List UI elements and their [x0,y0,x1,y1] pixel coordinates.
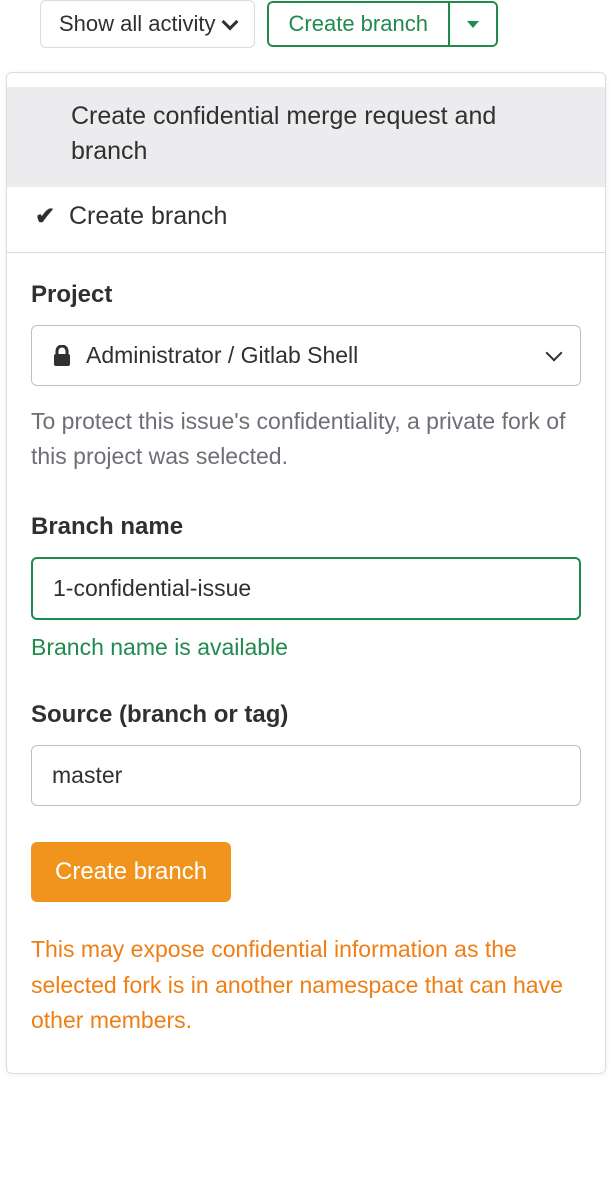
project-select[interactable]: Administrator / Gitlab Shell [31,325,581,386]
option-create-confidential-mr[interactable]: Create confidential merge request and br… [7,87,605,187]
option-label: Create confidential merge request and br… [35,99,577,169]
option-create-branch[interactable]: ✔ Create branch [7,187,605,252]
create-branch-split-button: Create branch [267,1,498,47]
create-branch-submit-button[interactable]: Create branch [31,842,231,902]
activity-filter-label: Show all activity [59,11,216,37]
create-branch-dropdown-toggle[interactable] [448,3,496,45]
check-icon: ✔ [35,200,59,234]
top-bar: Show all activity Create branch [0,0,612,58]
confidential-warning: This may expose confidential information… [31,932,581,1039]
branch-name-availability: Branch name is available [31,634,581,661]
branch-name-input[interactable] [31,557,581,620]
caret-down-icon [467,21,479,28]
branch-name-label: Branch name [31,513,581,541]
project-value: Administrator / Gitlab Shell [86,342,358,369]
chevron-down-icon [546,344,563,361]
option-label: Create branch [69,199,227,234]
project-label: Project [31,281,581,309]
activity-filter-button[interactable]: Show all activity [40,0,255,48]
create-branch-form: Project Administrator / Gitlab Shell To … [7,253,605,1073]
create-branch-button[interactable]: Create branch [269,3,448,45]
chevron-down-icon [221,14,238,31]
source-label: Source (branch or tag) [31,701,581,729]
create-branch-dropdown-panel: Create confidential merge request and br… [6,72,606,1074]
project-helper-text: To protect this issue's confidentiality,… [31,404,581,473]
lock-icon [52,345,72,367]
source-input[interactable] [31,745,581,806]
dropdown-options: Create confidential merge request and br… [7,73,605,253]
